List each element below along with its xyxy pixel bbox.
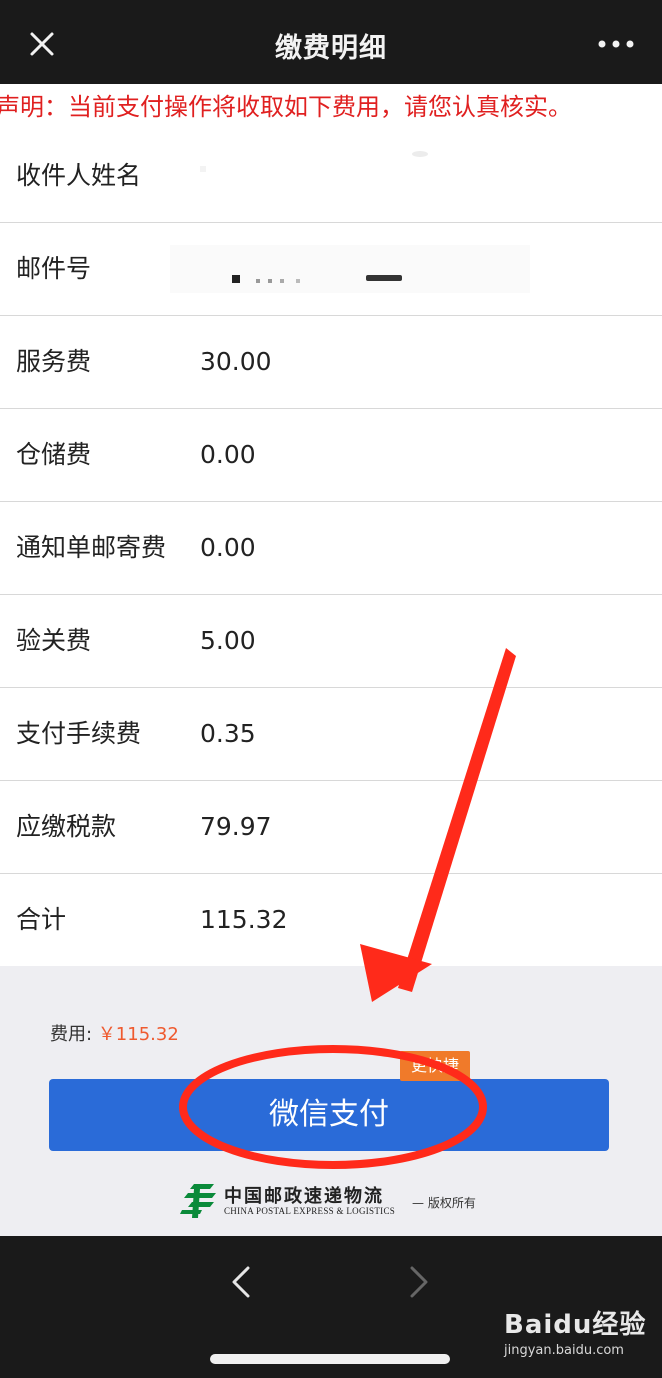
watermark-brand: Baidu经验 (504, 1310, 647, 1340)
faster-badge: 更快捷 (400, 1051, 470, 1081)
fee-summary: 费用: ￥115.32 (50, 1020, 179, 1046)
row-value: 79.97 (200, 812, 272, 841)
row-value: 115.32 (200, 905, 288, 934)
watermark-url: jingyan.baidu.com (504, 1343, 624, 1358)
row-value: 30.00 (200, 347, 272, 376)
row-recipient: 收件人姓名 (0, 130, 662, 223)
page-title: 缴费明细 (275, 33, 387, 64)
row-value: 5.00 (200, 626, 256, 655)
row-label: 合计 (16, 905, 67, 934)
row-label: 支付手续费 (16, 719, 142, 748)
row-mail-number: 邮件号 (0, 223, 662, 316)
china-post-logo-icon (180, 1184, 216, 1218)
row-total: 合计 115.32 (0, 874, 662, 966)
fee-amount: ￥115.32 (97, 1024, 179, 1045)
brand-en: CHINA POSTAL EXPRESS & LOGISTICS (224, 1206, 396, 1216)
fee-notice: 声明：当前支付操作将收取如下费用，请您认真核实。 (0, 84, 662, 130)
back-arrow-icon[interactable] (226, 1262, 258, 1302)
row-inspection-fee: 验关费 5.00 (0, 595, 662, 688)
row-notice-mail-fee: 通知单邮寄费 0.00 (0, 502, 662, 595)
row-storage-fee: 仓储费 0.00 (0, 409, 662, 502)
row-label: 应缴税款 (16, 812, 117, 841)
brand-cn: 中国邮政速递物流 (224, 1186, 384, 1207)
baidu-watermark: Baidu经验 jingyan.baidu.com (504, 1304, 646, 1358)
row-label: 通知单邮寄费 (16, 533, 167, 562)
fee-table: 收件人姓名 邮件号 服务费 30.00 仓储费 0.00 通知单邮寄费 0.00… (0, 130, 662, 966)
fee-label: 费用: (50, 1024, 93, 1045)
masked-value (200, 151, 428, 172)
more-icon[interactable] (596, 36, 636, 52)
row-label: 服务费 (16, 347, 92, 376)
brand-rights: — 版权所有 (412, 1196, 476, 1210)
row-value: 0.00 (200, 440, 256, 469)
forward-arrow-icon[interactable] (402, 1262, 434, 1302)
row-label: 收件人姓名 (16, 161, 142, 190)
ems-brand: 中国邮政速递物流 CHINA POSTAL EXPRESS & LOGISTIC… (180, 1182, 500, 1222)
top-nav-bar: 缴费明细 (0, 0, 662, 84)
row-service-fee: 服务费 30.00 (0, 316, 662, 409)
row-value: 0.00 (200, 533, 256, 562)
row-value: 0.35 (200, 719, 256, 748)
browser-toolbar: Baidu经验 jingyan.baidu.com (0, 1236, 662, 1378)
row-label: 仓储费 (16, 440, 92, 469)
row-tax: 应缴税款 79.97 (0, 781, 662, 874)
row-payment-fee: 支付手续费 0.35 (0, 688, 662, 781)
wechat-pay-button[interactable]: 微信支付 (49, 1079, 609, 1151)
row-label: 邮件号 (16, 254, 92, 283)
masked-value (170, 245, 530, 293)
home-indicator[interactable] (210, 1354, 450, 1364)
row-label: 验关费 (16, 626, 92, 655)
